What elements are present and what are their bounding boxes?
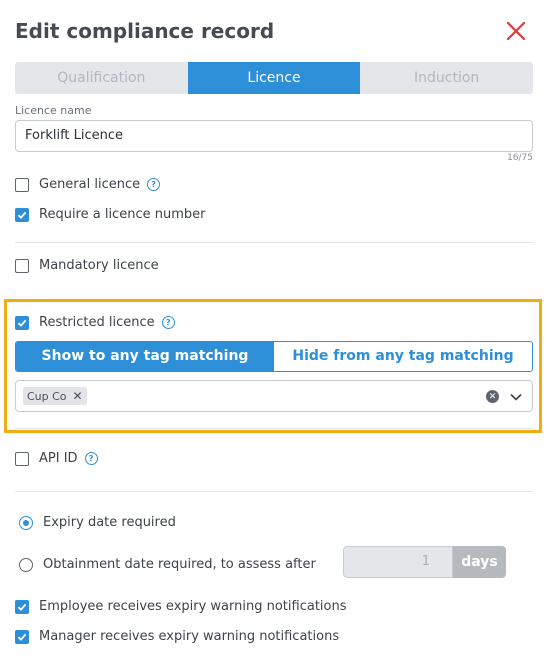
help-icon[interactable]: ? bbox=[147, 178, 161, 191]
tag-chip-label: Cup Co bbox=[27, 389, 67, 403]
checkmark-icon bbox=[17, 319, 27, 327]
expiry-date-radio[interactable] bbox=[19, 515, 33, 530]
assess-days-field: 1 days bbox=[343, 546, 506, 578]
api-id-checkbox[interactable] bbox=[15, 451, 29, 466]
general-licence-row: General licence ? bbox=[15, 177, 161, 192]
assess-days-input[interactable]: 1 bbox=[343, 546, 453, 578]
divider bbox=[15, 428, 533, 429]
mandatory-licence-checkbox[interactable] bbox=[15, 258, 29, 273]
manager-notifications-checkbox[interactable] bbox=[15, 629, 29, 644]
mandatory-licence-row: Mandatory licence bbox=[15, 258, 159, 273]
licence-name-label: Licence name bbox=[15, 104, 92, 117]
api-id-row: API ID ? bbox=[15, 451, 98, 466]
help-icon[interactable]: ? bbox=[161, 316, 175, 329]
expiry-date-label: Expiry date required bbox=[43, 515, 176, 530]
tag-match-toggle: Show to any tag matching Hide from any t… bbox=[15, 341, 533, 372]
chevron-down-icon[interactable] bbox=[509, 390, 523, 404]
character-counter: 16/75 bbox=[507, 153, 533, 163]
obtainment-date-radio[interactable] bbox=[19, 557, 33, 572]
record-type-tabs: Qualification Licence Induction bbox=[15, 62, 533, 94]
dialog-header: Edit compliance record bbox=[15, 17, 533, 47]
require-number-checkbox[interactable] bbox=[15, 207, 29, 222]
tab-licence[interactable]: Licence bbox=[187, 62, 361, 94]
restricted-licence-checkbox[interactable] bbox=[15, 315, 29, 330]
dialog-title: Edit compliance record bbox=[15, 19, 275, 43]
restricted-licence-row: Restricted licence ? bbox=[15, 315, 175, 330]
days-unit-label: days bbox=[453, 546, 506, 578]
restricted-licence-label: Restricted licence bbox=[39, 315, 155, 330]
employee-notifications-checkbox[interactable] bbox=[15, 599, 29, 614]
checkmark-icon bbox=[17, 603, 27, 611]
general-licence-checkbox[interactable] bbox=[15, 177, 29, 192]
close-icon[interactable] bbox=[504, 19, 528, 43]
manager-notifications-row: Manager receives expiry warning notifica… bbox=[15, 629, 339, 644]
clear-icon[interactable]: ✕ bbox=[486, 390, 499, 403]
expiry-date-row: Expiry date required bbox=[19, 515, 176, 530]
general-licence-label: General licence bbox=[39, 177, 141, 192]
licence-name-input[interactable] bbox=[16, 121, 524, 149]
api-id-label: API ID bbox=[39, 451, 78, 466]
require-number-row: Require a licence number bbox=[15, 207, 205, 222]
hide-from-tag-button[interactable]: Hide from any tag matching bbox=[274, 342, 532, 371]
tag-chip: Cup Co ✕ bbox=[23, 387, 87, 405]
show-to-tag-button[interactable]: Show to any tag matching bbox=[16, 342, 274, 371]
remove-tag-icon[interactable]: ✕ bbox=[73, 389, 83, 403]
licence-name-field-wrapper bbox=[15, 120, 533, 152]
tag-select[interactable]: Cup Co ✕ ✕ bbox=[15, 380, 533, 412]
require-number-label: Require a licence number bbox=[39, 207, 206, 222]
mandatory-licence-label: Mandatory licence bbox=[39, 258, 159, 273]
tab-qualification[interactable]: Qualification bbox=[15, 62, 188, 94]
checkmark-icon bbox=[17, 211, 27, 219]
tab-induction[interactable]: Induction bbox=[360, 62, 533, 94]
help-icon[interactable]: ? bbox=[84, 452, 98, 465]
employee-notifications-row: Employee receives expiry warning notific… bbox=[15, 599, 347, 614]
divider bbox=[15, 242, 533, 243]
divider bbox=[15, 491, 533, 492]
checkmark-icon bbox=[17, 633, 27, 641]
employee-notifications-label: Employee receives expiry warning notific… bbox=[39, 599, 347, 614]
obtainment-date-label: Obtainment date required, to assess afte… bbox=[43, 557, 316, 572]
obtainment-date-row: Obtainment date required, to assess afte… bbox=[19, 557, 316, 572]
manager-notifications-label: Manager receives expiry warning notifica… bbox=[39, 629, 340, 644]
